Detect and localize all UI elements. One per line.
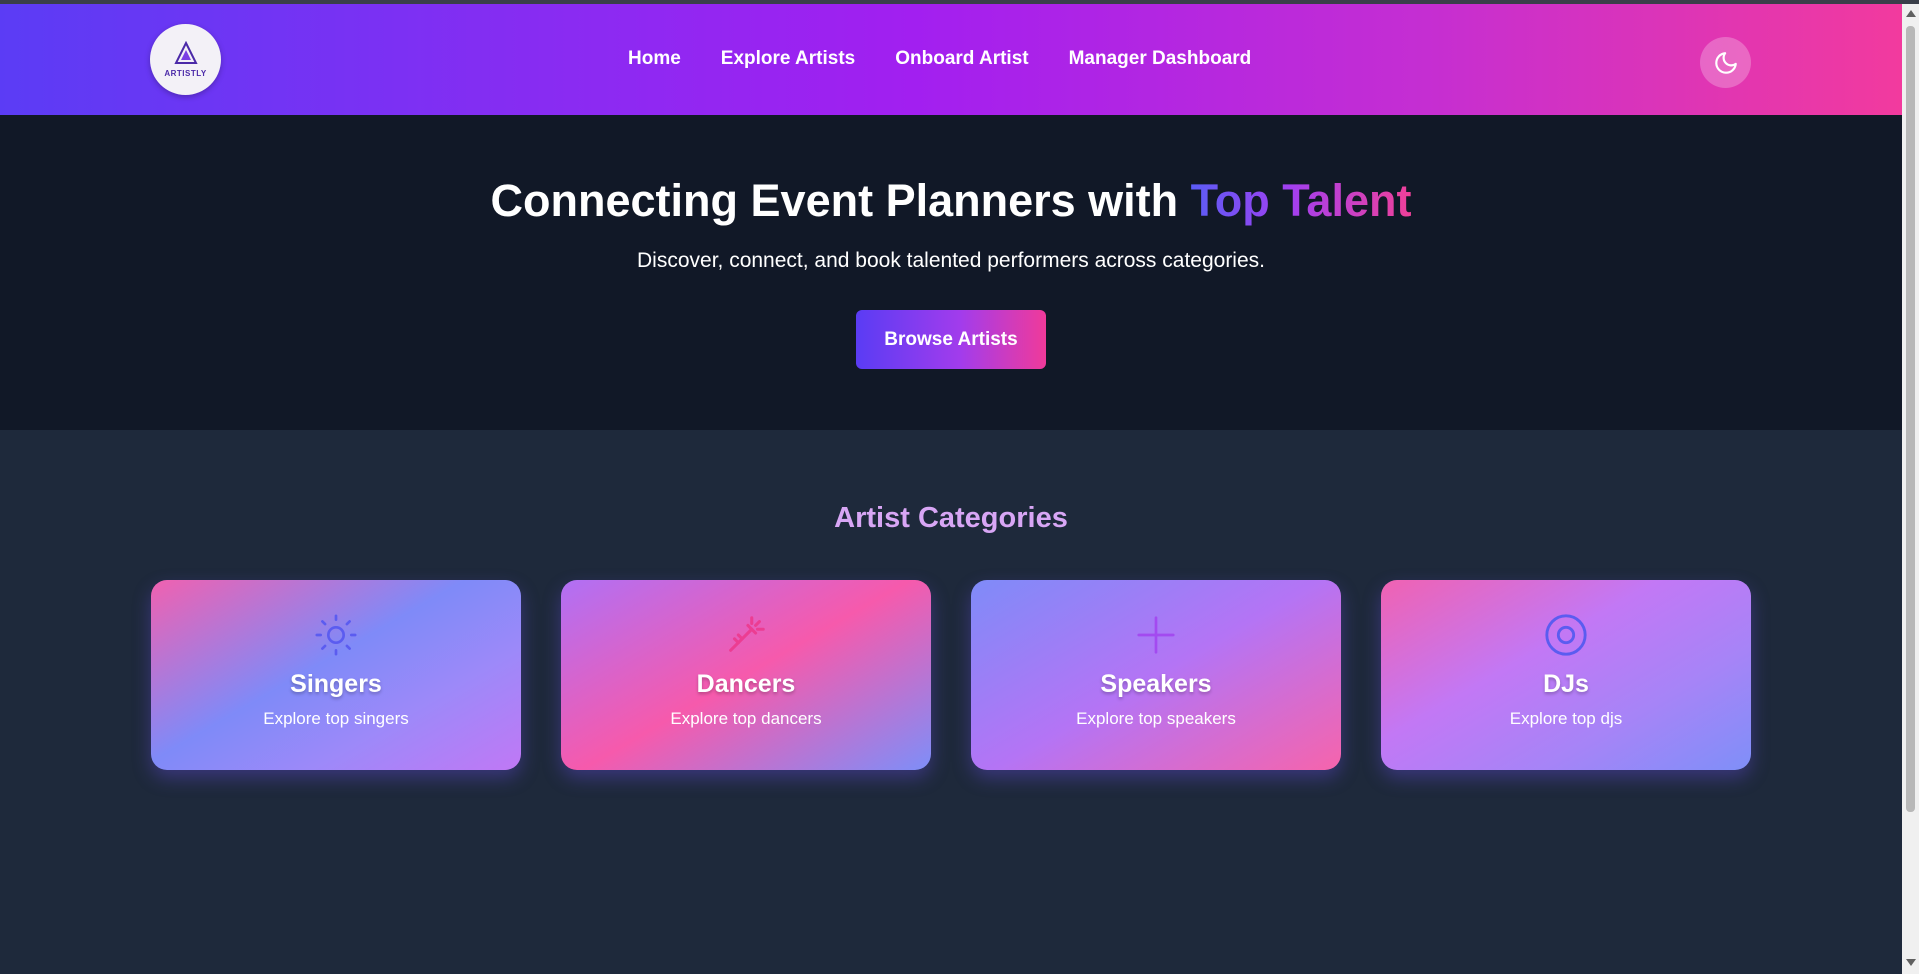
- category-card-speakers[interactable]: Speakers Explore top speakers: [971, 580, 1341, 770]
- artistly-logo-icon: [173, 41, 198, 64]
- nav-link-explore-artists[interactable]: Explore Artists: [721, 48, 855, 70]
- card-description: Explore top dancers: [670, 709, 822, 728]
- wand-icon: [723, 612, 769, 658]
- nav-link-onboard-artist[interactable]: Onboard Artist: [895, 48, 1028, 70]
- theme-toggle-button[interactable]: [1700, 37, 1751, 88]
- sun-icon: [313, 612, 359, 658]
- section-title: Artist Categories: [834, 502, 1068, 534]
- nav-link-home[interactable]: Home: [628, 48, 681, 70]
- nav-link-manager-dashboard[interactable]: Manager Dashboard: [1069, 48, 1252, 70]
- card-title: Speakers: [1100, 670, 1212, 698]
- disc-icon: [1543, 612, 1589, 658]
- hero-section: Connecting Event Planners with Top Talen…: [0, 115, 1902, 430]
- category-card-singers[interactable]: Singers Explore top singers: [151, 580, 521, 770]
- browse-artists-button[interactable]: Browse Artists: [856, 310, 1046, 369]
- card-title: DJs: [1543, 670, 1589, 698]
- artist-categories-section: Artist Categories Singers Explore top si…: [0, 430, 1902, 974]
- card-description: Explore top singers: [263, 709, 409, 728]
- hero-title-prefix: Connecting Event Planners with: [490, 175, 1191, 226]
- hero-title-accent: Top Talent: [1190, 175, 1412, 226]
- navbar: ARTISTLY Home Explore Artists Onboard Ar…: [0, 4, 1902, 115]
- hero-subtitle: Discover, connect, and book talented per…: [637, 249, 1265, 272]
- card-description: Explore top speakers: [1076, 709, 1236, 728]
- scroll-down-arrow-icon[interactable]: [1906, 959, 1916, 966]
- logo[interactable]: ARTISTLY: [150, 24, 221, 95]
- scrollbar-thumb[interactable]: [1906, 26, 1915, 812]
- hero-title: Connecting Event Planners with Top Talen…: [0, 175, 1902, 227]
- logo-text: ARTISTLY: [164, 69, 207, 78]
- card-title: Dancers: [696, 670, 796, 698]
- moon-icon: [1714, 51, 1737, 74]
- vertical-scrollbar[interactable]: [1902, 4, 1919, 974]
- scroll-up-arrow-icon[interactable]: [1906, 10, 1916, 17]
- card-description: Explore top djs: [1509, 709, 1623, 728]
- main-nav: Home Explore Artists Onboard Artist Mana…: [628, 48, 1251, 70]
- plus-icon: [1133, 612, 1179, 658]
- category-card-dancers[interactable]: Dancers Explore top dancers: [561, 580, 931, 770]
- category-card-djs[interactable]: DJs Explore top djs: [1381, 580, 1751, 770]
- card-title: Singers: [290, 670, 382, 698]
